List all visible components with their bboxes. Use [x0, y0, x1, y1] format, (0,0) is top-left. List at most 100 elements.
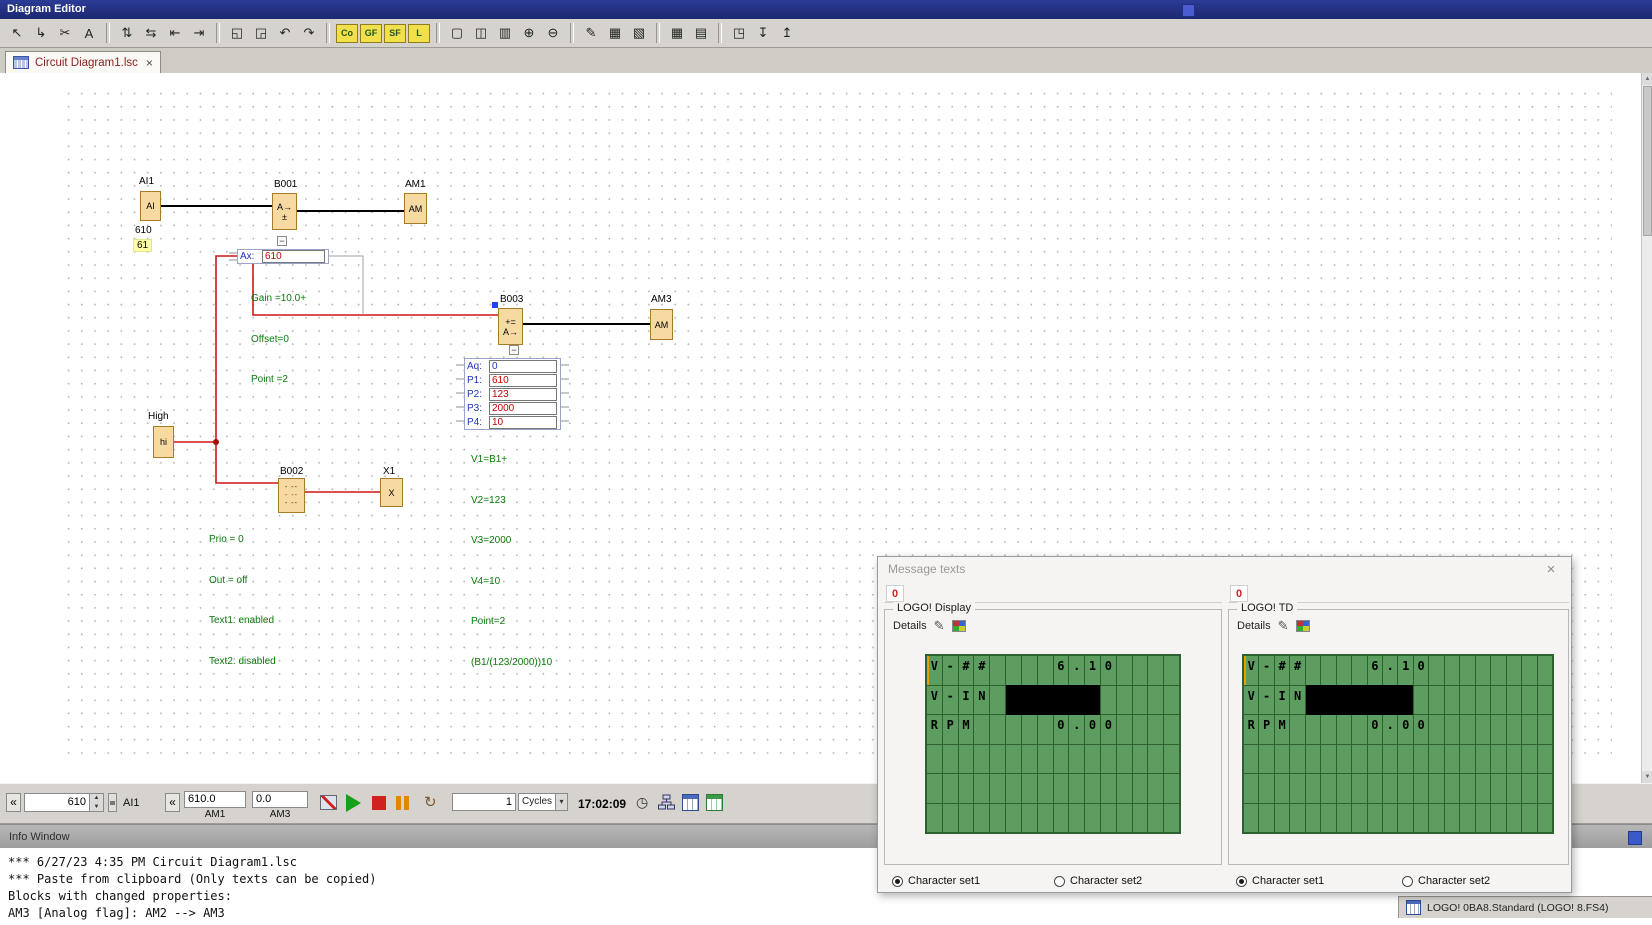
ungroup-icon[interactable]: ◲	[249, 21, 273, 45]
lcd-cell[interactable]	[1069, 804, 1084, 833]
lcd-cell[interactable]	[1476, 715, 1490, 744]
tab-close-icon[interactable]: ×	[146, 56, 153, 70]
lcd-cell[interactable]	[1476, 656, 1490, 685]
lcd-cell[interactable]	[1133, 656, 1148, 685]
lcd-cell[interactable]	[1117, 656, 1132, 685]
spin-up-button[interactable]: ▲	[90, 794, 103, 803]
lcd-cell[interactable]	[1538, 686, 1552, 715]
grid-icon[interactable]: ▦	[603, 21, 627, 45]
online-test-button[interactable]: ▤	[689, 21, 713, 45]
window-split2-icon[interactable]: ◫	[469, 21, 493, 45]
lcd-cell[interactable]	[1022, 774, 1037, 803]
scroll-up-arrow[interactable]: ▲	[1642, 73, 1652, 85]
lcd-cell[interactable]	[1522, 686, 1536, 715]
lcd-cell[interactable]	[1006, 656, 1021, 685]
lcd-cell[interactable]: V	[927, 686, 942, 715]
edit-icon[interactable]: ✎	[934, 618, 945, 634]
lcd-cell[interactable]	[1244, 774, 1258, 803]
lcd-cell[interactable]	[1117, 745, 1132, 774]
connector-tool[interactable]: ↳	[29, 21, 53, 45]
lcd-cell[interactable]	[990, 656, 1005, 685]
lcd-cell[interactable]	[1368, 774, 1382, 803]
lcd-cell[interactable]	[1022, 656, 1037, 685]
lcd-cell[interactable]	[1148, 715, 1163, 744]
lcd-cell[interactable]	[990, 686, 1005, 715]
lcd-cell[interactable]: 0	[1368, 715, 1382, 744]
cycles-input[interactable]: 1	[452, 793, 516, 811]
hierarchy-icon[interactable]	[658, 794, 675, 811]
lcd-cell[interactable]	[990, 715, 1005, 744]
input-mode-toggle[interactable]	[108, 793, 117, 812]
lcd-cell[interactable]	[1321, 745, 1335, 774]
lcd-cell[interactable]	[1275, 774, 1289, 803]
lcd-cell[interactable]	[1085, 774, 1100, 803]
lcd-cell[interactable]	[1038, 804, 1053, 833]
special-functions-sf-button[interactable]: SF	[384, 24, 406, 43]
message-count-tab[interactable]: 0	[886, 585, 904, 602]
lcd-cell[interactable]	[1244, 745, 1258, 774]
lcd-cell[interactable]	[1522, 656, 1536, 685]
collapse-toggle[interactable]: −	[509, 345, 519, 355]
lcd-cell[interactable]	[1133, 745, 1148, 774]
lcd-cell[interactable]	[1117, 715, 1132, 744]
lcd-cell[interactable]	[1507, 774, 1521, 803]
lcd-cell[interactable]: R	[1244, 715, 1258, 744]
lcd-cell[interactable]	[1460, 656, 1474, 685]
lcd-cell[interactable]	[1337, 745, 1351, 774]
lcd-cell[interactable]	[1460, 745, 1474, 774]
lcd-cell[interactable]	[1259, 804, 1273, 833]
lcd-cell[interactable]	[1321, 804, 1335, 833]
lcd-cell[interactable]: -	[943, 656, 958, 685]
lcd-cell[interactable]	[1414, 686, 1428, 715]
layout-icon[interactable]: ▧	[627, 21, 651, 45]
logic-l-button[interactable]: L	[408, 24, 430, 43]
lcd-cell[interactable]	[1414, 774, 1428, 803]
lcd-cell[interactable]	[1054, 804, 1069, 833]
redo-icon[interactable]: ↷	[297, 21, 321, 45]
lcd-cell[interactable]: 6	[1054, 656, 1069, 685]
lcd-cell[interactable]	[1085, 745, 1100, 774]
pencil-icon[interactable]: ✎	[579, 21, 603, 45]
parameter-value[interactable]: 123	[489, 388, 557, 401]
lcd-cell[interactable]: .	[1069, 656, 1084, 685]
lcd-cell[interactable]	[1352, 745, 1366, 774]
lcd-cell[interactable]	[1038, 715, 1053, 744]
lcd-cell[interactable]: M	[959, 715, 974, 744]
lcd-cell[interactable]: I	[1275, 686, 1289, 715]
lcd-cell[interactable]	[1491, 774, 1505, 803]
lcd-cell[interactable]	[1022, 804, 1037, 833]
charset-icon[interactable]	[952, 620, 966, 632]
lcd-cell[interactable]	[1133, 804, 1148, 833]
lcd-cell[interactable]: V	[927, 656, 942, 685]
window-single-icon[interactable]: ▢	[445, 21, 469, 45]
lcd-cell[interactable]	[1445, 804, 1459, 833]
lcd-cell[interactable]	[1337, 774, 1351, 803]
lcd-cell[interactable]: 0	[1398, 715, 1412, 744]
lcd-cell[interactable]	[1038, 745, 1053, 774]
lcd-cell[interactable]	[1352, 656, 1366, 685]
lcd-cell[interactable]	[1290, 745, 1304, 774]
stop-simulation-button[interactable]	[372, 796, 386, 810]
lcd-cell[interactable]	[1538, 745, 1552, 774]
lcd-cell[interactable]	[1038, 656, 1053, 685]
message-count-tab[interactable]: 0	[1230, 585, 1248, 602]
lcd-cell[interactable]	[927, 745, 942, 774]
lcd-cell[interactable]	[1445, 686, 1459, 715]
lcd-cell[interactable]	[1368, 804, 1382, 833]
lcd-cell[interactable]	[1538, 774, 1552, 803]
lcd-cell[interactable]	[959, 804, 974, 833]
lcd-cell[interactable]: .	[1383, 715, 1397, 744]
lcd-cell[interactable]	[1460, 804, 1474, 833]
spin-down-button[interactable]: ▼	[90, 803, 103, 812]
lcd-cell[interactable]	[1133, 686, 1148, 715]
dialog-title-bar[interactable]: Message texts ×	[878, 557, 1571, 581]
lcd-cell[interactable]	[1321, 774, 1335, 803]
block-b001[interactable]: A→ ±	[272, 193, 297, 230]
distribute-right-icon[interactable]: ⇥	[187, 21, 211, 45]
simulation-button[interactable]: ▦	[665, 21, 689, 45]
lcd-cell[interactable]: 1	[1398, 656, 1412, 685]
lcd-cell[interactable]	[1476, 774, 1490, 803]
lcd-cell[interactable]	[1164, 715, 1179, 744]
lcd-cell[interactable]	[1006, 804, 1021, 833]
lcd-cell[interactable]	[1445, 715, 1459, 744]
